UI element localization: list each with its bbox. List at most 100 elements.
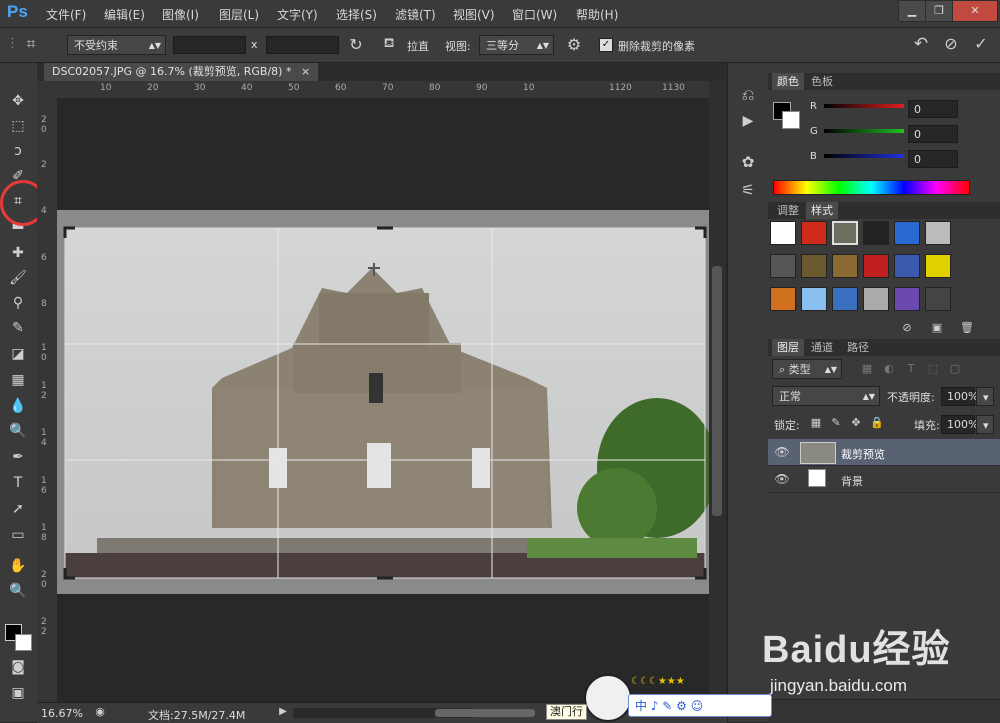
menu-type[interactable]: 文字(Y) xyxy=(277,6,318,23)
minimize-button[interactable]: ▁ xyxy=(898,0,926,22)
opacity-input[interactable]: 100% xyxy=(941,387,978,406)
delete-cropped-checkbox[interactable]: ✓ xyxy=(599,38,613,52)
delete-cropped-label[interactable]: 删除裁剪的像素 xyxy=(618,38,695,54)
layer-row-crop-preview[interactable]: 👁 裁剪预览 xyxy=(768,439,1000,466)
straighten-icon[interactable]: ⛾ xyxy=(380,36,398,53)
ime-toolbar[interactable]: 中 ♪ ✎ ⚙ ☺ xyxy=(628,694,772,717)
style-swatch[interactable] xyxy=(832,221,858,245)
status-arrow-icon[interactable]: ▶ xyxy=(277,706,289,717)
opacity-arrow-icon[interactable]: ▾ xyxy=(976,387,994,406)
menu-file[interactable]: 文件(F) xyxy=(46,6,86,23)
path-select-icon[interactable]: ➚ xyxy=(6,499,30,519)
stamp-tool-icon[interactable]: ⚲ xyxy=(6,293,30,313)
tab-styles[interactable]: 样式 xyxy=(806,202,838,219)
ime-avatar[interactable] xyxy=(584,674,632,722)
color-spectrum[interactable] xyxy=(773,180,970,195)
document-tab[interactable]: DSC02057.JPG @ 16.7% (裁剪预览, RGB/8) * × xyxy=(44,63,319,81)
screen-mode-icon[interactable]: ▣ xyxy=(6,683,30,703)
input-g[interactable]: 0 xyxy=(908,125,958,143)
zoom-tool-icon[interactable]: 🔍 xyxy=(6,581,30,601)
hand-tool-icon[interactable]: ✋ xyxy=(6,556,30,576)
canvas-area[interactable] xyxy=(57,98,709,702)
fill-arrow-icon[interactable]: ▾ xyxy=(976,415,994,434)
shape-tool-icon[interactable]: ▭ xyxy=(6,525,30,545)
filter-adjust-icon[interactable]: ◐ xyxy=(882,362,896,375)
pen-tool-icon[interactable]: ✒ xyxy=(6,447,30,467)
tab-color[interactable]: 颜色 xyxy=(772,73,804,90)
crop-preview-image[interactable] xyxy=(57,98,709,702)
style-swatch[interactable] xyxy=(925,287,951,311)
tab-channels[interactable]: 通道 xyxy=(806,339,838,356)
style-swatch[interactable] xyxy=(801,221,827,245)
style-swatch[interactable] xyxy=(770,254,796,278)
type-tool-icon[interactable]: T xyxy=(6,473,30,493)
horizontal-scroll-thumb[interactable] xyxy=(435,709,535,717)
height-input[interactable] xyxy=(266,36,339,54)
style-swatch[interactable] xyxy=(863,221,889,245)
new-style-icon[interactable]: ▣ xyxy=(930,321,944,334)
slider-b[interactable] xyxy=(824,154,904,158)
style-swatch[interactable] xyxy=(832,254,858,278)
vertical-ruler[interactable]: 2 0 2 4 6 8 1 0 1 2 1 4 1 6 1 8 2 0 2 2 xyxy=(37,98,58,702)
tab-adjustments[interactable]: 调整 xyxy=(772,202,804,219)
visibility-eye-icon[interactable]: 👁 xyxy=(774,445,790,459)
constraint-dropdown[interactable]: 不受约束 ▲▼ xyxy=(67,35,166,55)
layer-row-background[interactable]: 👁 背景 xyxy=(768,466,1000,493)
horizontal-ruler[interactable]: 10 20 30 40 50 60 70 80 90 10 1120 1130 xyxy=(57,81,709,99)
input-b[interactable]: 0 xyxy=(908,150,958,168)
blur-tool-icon[interactable]: 💧 xyxy=(6,396,30,416)
style-swatch[interactable] xyxy=(894,221,920,245)
visibility-eye-icon[interactable]: 👁 xyxy=(774,472,790,486)
lock-transparent-icon[interactable]: ▦ xyxy=(810,416,822,429)
gear-icon[interactable]: ⚙ xyxy=(564,35,584,54)
filter-type-icon[interactable]: T xyxy=(904,362,918,375)
dodge-tool-icon[interactable]: 🔍 xyxy=(6,421,30,441)
fill-input[interactable]: 100% xyxy=(941,415,978,434)
style-swatch[interactable] xyxy=(801,254,827,278)
background-color-swatch[interactable] xyxy=(15,634,32,651)
quick-mask-icon[interactable]: ◙ xyxy=(6,657,30,677)
tab-swatches[interactable]: 色板 xyxy=(806,73,838,90)
close-button[interactable]: ✕ xyxy=(952,0,998,22)
lock-position-icon[interactable]: ✥ xyxy=(850,416,862,429)
reset-icon[interactable]: ↶ xyxy=(910,34,932,54)
swap-icon[interactable]: ↻ xyxy=(347,35,365,54)
layer-name[interactable]: 背景 xyxy=(841,473,863,489)
clone-source-icon[interactable]: ⚟ xyxy=(738,181,758,199)
style-swatch[interactable] xyxy=(894,287,920,311)
straighten-label[interactable]: 拉直 xyxy=(407,38,429,54)
marquee-tool-icon[interactable]: ⬚ xyxy=(6,116,30,136)
style-swatch[interactable] xyxy=(925,254,951,278)
scroll-thumb[interactable] xyxy=(712,266,722,516)
healing-tool-icon[interactable]: ✚ xyxy=(6,243,30,263)
crop-preset-icon[interactable]: ⌗ xyxy=(20,34,42,54)
vertical-scrollbar[interactable] xyxy=(709,81,726,702)
trash-icon[interactable]: 🗑 xyxy=(960,321,974,334)
history-panel-icon[interactable]: ⎌ xyxy=(738,85,758,105)
cancel-icon[interactable]: ⊘ xyxy=(940,34,962,53)
actions-panel-icon[interactable]: ▶ xyxy=(738,113,758,129)
menu-view[interactable]: 视图(V) xyxy=(453,6,495,23)
clear-style-icon[interactable]: ⊘ xyxy=(900,321,914,334)
blend-mode-dropdown[interactable]: 正常 ▲▼ xyxy=(772,386,880,406)
gradient-tool-icon[interactable]: ▦ xyxy=(6,370,30,390)
brush-tool-icon[interactable]: 🖌 xyxy=(6,268,30,288)
lasso-tool-icon[interactable]: ↄ xyxy=(6,141,30,161)
lock-pixels-icon[interactable]: ✎ xyxy=(830,416,842,429)
filter-pixel-icon[interactable]: ▦ xyxy=(860,362,874,375)
style-swatch[interactable] xyxy=(863,254,889,278)
style-swatch[interactable] xyxy=(894,254,920,278)
menu-layer[interactable]: 图层(L) xyxy=(219,6,259,23)
menu-window[interactable]: 窗口(W) xyxy=(512,6,557,23)
slider-r[interactable] xyxy=(824,104,904,108)
menu-select[interactable]: 选择(S) xyxy=(336,6,377,23)
menu-help[interactable]: 帮助(H) xyxy=(576,6,618,23)
style-swatch[interactable] xyxy=(770,287,796,311)
style-swatch[interactable] xyxy=(770,221,796,245)
zoom-level[interactable]: 16.67% xyxy=(41,707,83,720)
style-swatch[interactable] xyxy=(863,287,889,311)
move-tool-icon[interactable]: ✥ xyxy=(6,91,30,111)
tab-paths[interactable]: 路径 xyxy=(842,339,874,356)
slider-g[interactable] xyxy=(824,129,904,133)
tab-layers[interactable]: 图层 xyxy=(772,339,804,356)
